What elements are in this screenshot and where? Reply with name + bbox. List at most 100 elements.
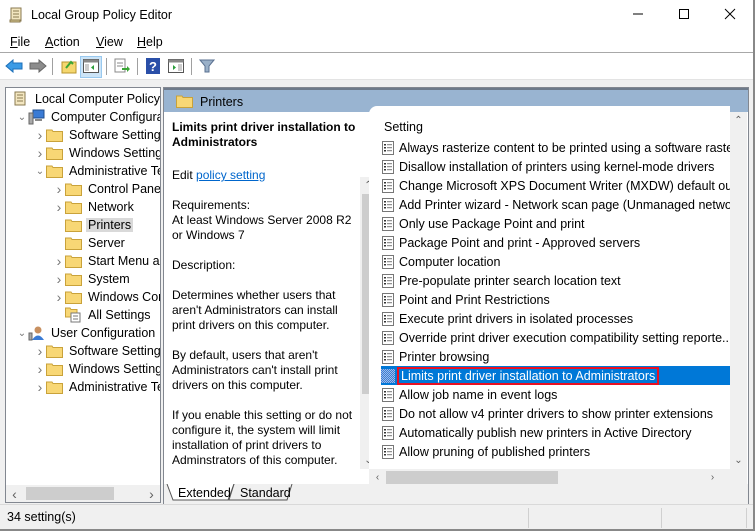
show-hide-console-tree-button[interactable] [80,56,102,78]
edit-line: Edit policy setting [172,168,362,183]
policy-setting-icon [381,330,395,345]
policy-setting-icon [381,406,395,421]
chevron-down-icon[interactable]: ⌄ [16,324,28,342]
setting-row[interactable]: Change Microsoft XPS Document Writer (MX… [381,176,743,195]
tree-item[interactable]: ⌄ Computer Configura [16,108,160,126]
chevron-right-icon[interactable]: › [53,180,65,198]
tab-standard[interactable]: Standard [232,484,299,502]
edit-policy-setting-link[interactable]: policy setting [196,168,265,182]
chevron-right-icon[interactable]: › [34,360,46,378]
setting-row[interactable]: Automatically publish new printers in Ac… [381,423,731,442]
setting-row[interactable]: Always rasterize content to be printed u… [381,138,744,157]
setting-row[interactable]: Pre-populate printer search location tex… [381,271,731,290]
chevron-right-icon[interactable]: › [53,198,65,216]
up-one-level-button[interactable] [58,56,80,78]
tree-hscroll-thumb[interactable] [26,487,114,500]
setting-row[interactable]: Only use Package Point and print [381,214,731,233]
tree-item[interactable]: › Windows Cor [53,288,160,306]
group-policy-app-icon [8,7,24,23]
menu-action[interactable]: Action [45,35,80,49]
column-header-setting[interactable]: Setting [384,120,423,134]
chevron-right-icon[interactable]: › [34,126,46,144]
toolbar-separator [137,58,138,75]
tab-extended[interactable]: Extended [170,484,239,502]
policy-title: Limits print driver installation to Admi… [172,120,356,149]
tree-item[interactable]: › Software Settings [34,342,161,360]
tree-item[interactable]: Server [53,234,127,252]
setting-name: Computer location [399,254,501,269]
menu-help-label: elp [146,35,163,49]
all-settings-icon [65,307,82,323]
setting-row[interactable]: Override print driver execution compatib… [381,328,732,347]
export-list-button[interactable] [111,56,133,78]
tree-item[interactable]: › Windows Setting [34,144,160,162]
scroll-right-icon[interactable]: › [143,485,160,502]
tree-item[interactable]: › Administrative Te [34,378,160,396]
status-separator [746,508,747,528]
setting-row[interactable]: Allow pruning of published printers [381,442,731,461]
setting-row[interactable]: Computer location [381,252,731,271]
settings-list-vscrollbar[interactable]: ⌃ ⌄ [730,112,747,469]
tree-item[interactable]: Local Computer Policy [8,90,160,108]
folder-icon [46,361,63,377]
setting-row[interactable]: Point and Print Restrictions [381,290,731,309]
maximize-button[interactable] [661,0,707,31]
user-icon [28,325,45,341]
setting-row[interactable]: Execute print drivers in isolated proces… [381,309,731,328]
policy-scroll-icon [12,91,29,107]
tree-item[interactable]: › Software Settings [34,126,160,144]
scroll-down-icon[interactable]: ⌄ [730,452,747,469]
menu-help[interactable]: Help [137,35,163,49]
policy-setting-icon [381,197,395,212]
window-title: Local Group Policy Editor [31,8,173,22]
setting-row[interactable]: Do not allow v4 printer drivers to show … [381,404,731,423]
setting-name: Disallow installation of printers using … [399,159,715,174]
forward-icon [29,58,47,76]
tree-item[interactable]: › Network [53,198,136,216]
chevron-right-icon[interactable]: › [53,270,65,288]
window: Local Group Policy Editor File Action Vi… [0,0,755,531]
filter-button[interactable] [196,56,218,78]
chevron-right-icon[interactable]: › [53,288,65,306]
tree-item-label: Software Settings [69,344,161,358]
back-button[interactable] [3,56,25,78]
tree-item[interactable]: › Windows Setting [34,360,160,378]
setting-row[interactable]: Printer browsing [381,347,731,366]
chevron-right-icon[interactable]: › [34,378,46,396]
chevron-down-icon[interactable]: ⌄ [16,108,28,126]
policy-setting-icon [381,216,395,231]
tree-item-label: All Settings [88,308,151,322]
tree-item[interactable]: ⌄ Administrative Te [34,162,160,180]
help-button[interactable]: ? [142,56,164,78]
tree-item[interactable]: › System [53,270,132,288]
minimize-button[interactable] [615,0,661,31]
setting-row[interactable]: Add Printer wizard - Network scan page (… [381,195,742,214]
policy-setting-icon [381,387,395,402]
chevron-right-icon[interactable]: › [53,252,65,270]
setting-row[interactable]: Disallow installation of printers using … [381,157,731,176]
setting-row[interactable]: Limits print driver installation to Admi… [381,366,731,385]
setting-name: Only use Package Point and print [399,216,585,231]
tree-item[interactable]: › Control Panel [53,180,160,198]
tree-hscrollbar[interactable]: ‹ › [6,485,160,502]
chevron-right-icon[interactable]: › [34,144,46,162]
show-hide-action-pane-button[interactable] [165,56,187,78]
settings-list-scroll-thumb[interactable] [730,112,747,275]
tree-item[interactable]: Printers [53,216,134,234]
chevron-right-icon[interactable]: › [34,342,46,360]
menu-file[interactable]: File [10,35,30,49]
close-button[interactable] [707,0,753,31]
setting-row[interactable]: Package Point and print - Approved serve… [381,233,731,252]
tree-item[interactable]: ⌄ User Configuration [16,324,157,342]
chevron-down-icon[interactable]: ⌄ [34,162,46,180]
menu-view[interactable]: View [96,35,123,49]
show-hide-action-pane-icon [168,58,184,76]
scroll-left-icon[interactable]: ‹ [6,485,23,502]
settings-list-hscroll-thumb[interactable] [386,471,558,484]
tree-item[interactable]: All Settings [53,306,153,324]
forward-button[interactable] [27,56,49,78]
tree-item[interactable]: › Start Menu ar [53,252,160,270]
scroll-up-icon[interactable]: ⌃ [730,112,747,129]
setting-row[interactable]: Allow job name in event logs [381,385,731,404]
